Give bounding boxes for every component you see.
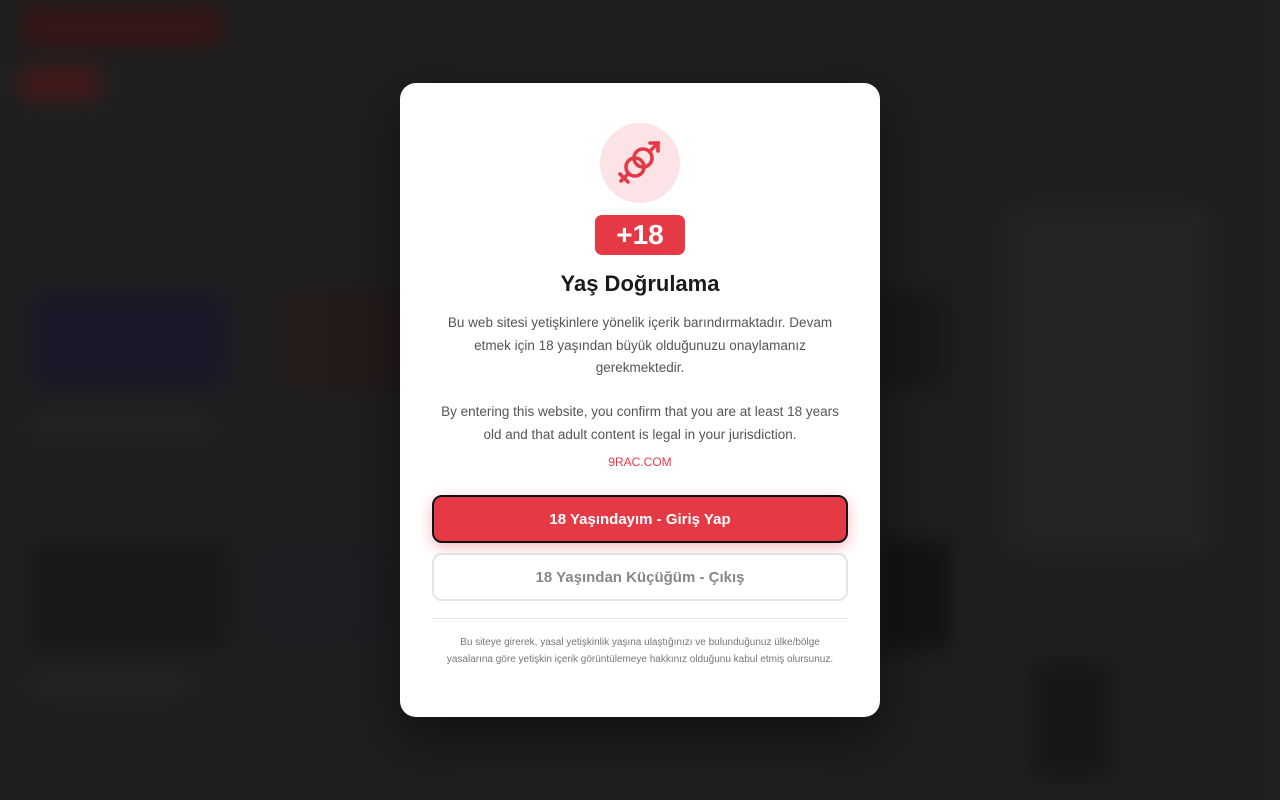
modal-title: Yaş Doğrulama [560,271,720,296]
description-turkish: Bu web sitesi yetişkinlere yönelik içeri… [447,315,833,375]
enter-button[interactable]: 18 Yaşındayım - Giriş Yap [432,495,848,543]
description-english: By entering this website, you confirm th… [441,404,839,442]
age-verification-modal: +18 Yaş Doğrulama Bu web sitesi yetişkin… [400,83,880,717]
icon-circle [600,123,680,203]
exit-button[interactable]: 18 Yaşından Küçüğüm - Çıkış [432,553,848,601]
legal-footnote: Bu siteye girerek, yasal yetişkinlik yaş… [446,637,834,665]
age-badge: +18 [595,215,685,255]
divider [432,618,848,619]
gender-symbols-icon [618,141,660,184]
site-domain: 9RAC.COM [608,455,672,469]
